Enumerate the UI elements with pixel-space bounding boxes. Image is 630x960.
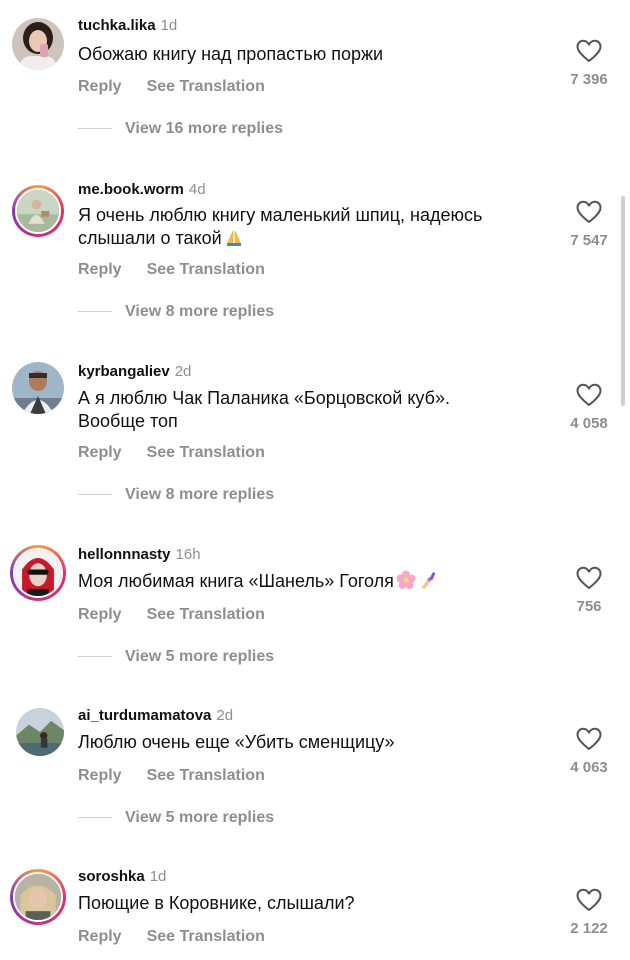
reply-button[interactable]: Reply <box>78 606 122 623</box>
replies-divider <box>78 128 112 130</box>
like-control: 4 058 <box>560 383 618 432</box>
view-replies-label[interactable]: View 5 more replies <box>125 648 274 665</box>
heart-icon[interactable] <box>576 383 602 407</box>
username[interactable]: me.book.worm <box>78 181 184 198</box>
like-count: 4 058 <box>570 415 608 432</box>
comment-time: 1d <box>149 868 167 885</box>
view-replies-label[interactable]: View 5 more replies <box>125 809 274 826</box>
username[interactable]: kyrbangaliev <box>78 363 170 380</box>
like-count: 756 <box>576 598 602 615</box>
view-replies-button[interactable]: View 8 more replies <box>78 486 274 504</box>
username[interactable]: soroshka <box>78 868 145 885</box>
view-replies-label[interactable]: View 8 more replies <box>125 486 274 503</box>
comment-time: 2d <box>216 707 234 724</box>
view-replies-label[interactable]: View 16 more replies <box>125 120 283 137</box>
comment-text: Я очень люблю книгу маленький шпиц, наде… <box>78 204 543 250</box>
like-control: 7 396 <box>560 39 618 88</box>
nail-polish-icon <box>420 572 436 589</box>
comment-text: Обожаю книгу над пропастью поржи <box>78 44 384 64</box>
username[interactable]: hellonnnasty <box>78 546 171 563</box>
like-control: 4 063 <box>560 727 618 776</box>
heart-icon[interactable] <box>576 888 602 912</box>
avatar[interactable] <box>12 18 64 70</box>
comment-header: hellonnnasty 16h <box>78 545 201 565</box>
view-replies-button[interactable]: View 16 more replies <box>78 120 283 138</box>
heart-icon[interactable] <box>576 566 602 590</box>
like-control: 756 <box>560 566 618 615</box>
replies-divider <box>78 311 112 313</box>
reply-button[interactable]: Reply <box>78 261 122 278</box>
comment-header: ai_turdumamatova 2d <box>78 706 233 726</box>
view-replies-button[interactable]: View 5 more replies <box>78 648 274 666</box>
reply-button[interactable]: Reply <box>78 78 122 95</box>
folded-hands-icon <box>226 230 241 246</box>
reply-button[interactable]: Reply <box>78 928 122 945</box>
heart-icon[interactable] <box>576 200 602 224</box>
comment-header: soroshka 1d <box>78 867 166 887</box>
replies-divider <box>78 817 112 819</box>
reply-button[interactable]: Reply <box>78 767 122 784</box>
comment-actions: Reply See Translation <box>78 443 265 463</box>
comment-text: А я люблю Чак Паланика «Борцовской куб».… <box>78 388 450 431</box>
see-translation-button[interactable]: See Translation <box>147 767 265 784</box>
like-control: 2 122 <box>560 888 618 937</box>
comment-time: 2d <box>174 363 192 380</box>
avatar[interactable] <box>10 545 66 601</box>
avatar[interactable] <box>16 708 64 756</box>
like-count: 2 122 <box>570 920 608 937</box>
see-translation-button[interactable]: See Translation <box>147 928 265 945</box>
like-control: 7 547 <box>560 200 618 249</box>
comment-time: 1d <box>160 17 178 34</box>
comment-header: tuchka.lika 1d <box>78 16 177 36</box>
username[interactable]: tuchka.lika <box>78 17 156 34</box>
view-replies-button[interactable]: View 5 more replies <box>78 809 274 827</box>
view-replies-button[interactable]: View 8 more replies <box>78 303 274 321</box>
comment-actions: Reply See Translation <box>78 260 265 280</box>
see-translation-button[interactable]: See Translation <box>147 261 265 278</box>
comment-actions: Reply See Translation <box>78 77 265 97</box>
cherry-blossom-icon <box>396 570 416 589</box>
replies-divider <box>78 494 112 496</box>
see-translation-button[interactable]: See Translation <box>147 78 265 95</box>
comment-actions: Reply See Translation <box>78 766 265 786</box>
heart-icon[interactable] <box>576 727 602 751</box>
like-count: 7 547 <box>570 232 608 249</box>
comment-text: Моя любимая книга «Шанель» Гоголя <box>78 570 548 593</box>
replies-divider <box>78 656 112 658</box>
comment-text-content: Я очень люблю книгу маленький шпиц, наде… <box>78 205 483 248</box>
like-count: 4 063 <box>570 759 608 776</box>
comments-feed: tuchka.lika 1d Обожаю книгу над пропастью… <box>0 0 630 960</box>
comment-header: me.book.worm 4d <box>78 180 206 200</box>
see-translation-button[interactable]: See Translation <box>147 444 265 461</box>
comment-actions: Reply See Translation <box>78 605 265 625</box>
like-count: 7 396 <box>570 71 608 88</box>
comment-header: kyrbangaliev 2d <box>78 362 191 382</box>
heart-icon[interactable] <box>576 39 602 63</box>
comment-actions: Reply See Translation <box>78 927 265 947</box>
comment-time: 4d <box>188 181 206 198</box>
comment-text-content: Моя любимая книга «Шанель» Гоголя <box>78 571 394 591</box>
username[interactable]: ai_turdumamatova <box>78 707 211 724</box>
comment-time: 16h <box>175 546 201 563</box>
see-translation-button[interactable]: See Translation <box>147 606 265 623</box>
avatar[interactable] <box>12 362 64 414</box>
avatar[interactable] <box>10 869 66 925</box>
reply-button[interactable]: Reply <box>78 444 122 461</box>
scrollbar[interactable] <box>621 196 625 406</box>
comment-text: Поющие в Коровнике, слышали? <box>78 893 355 913</box>
avatar[interactable] <box>12 185 64 237</box>
view-replies-label[interactable]: View 8 more replies <box>125 303 274 320</box>
comment-text: Люблю очень еще «Убить сменщицу» <box>78 732 395 752</box>
